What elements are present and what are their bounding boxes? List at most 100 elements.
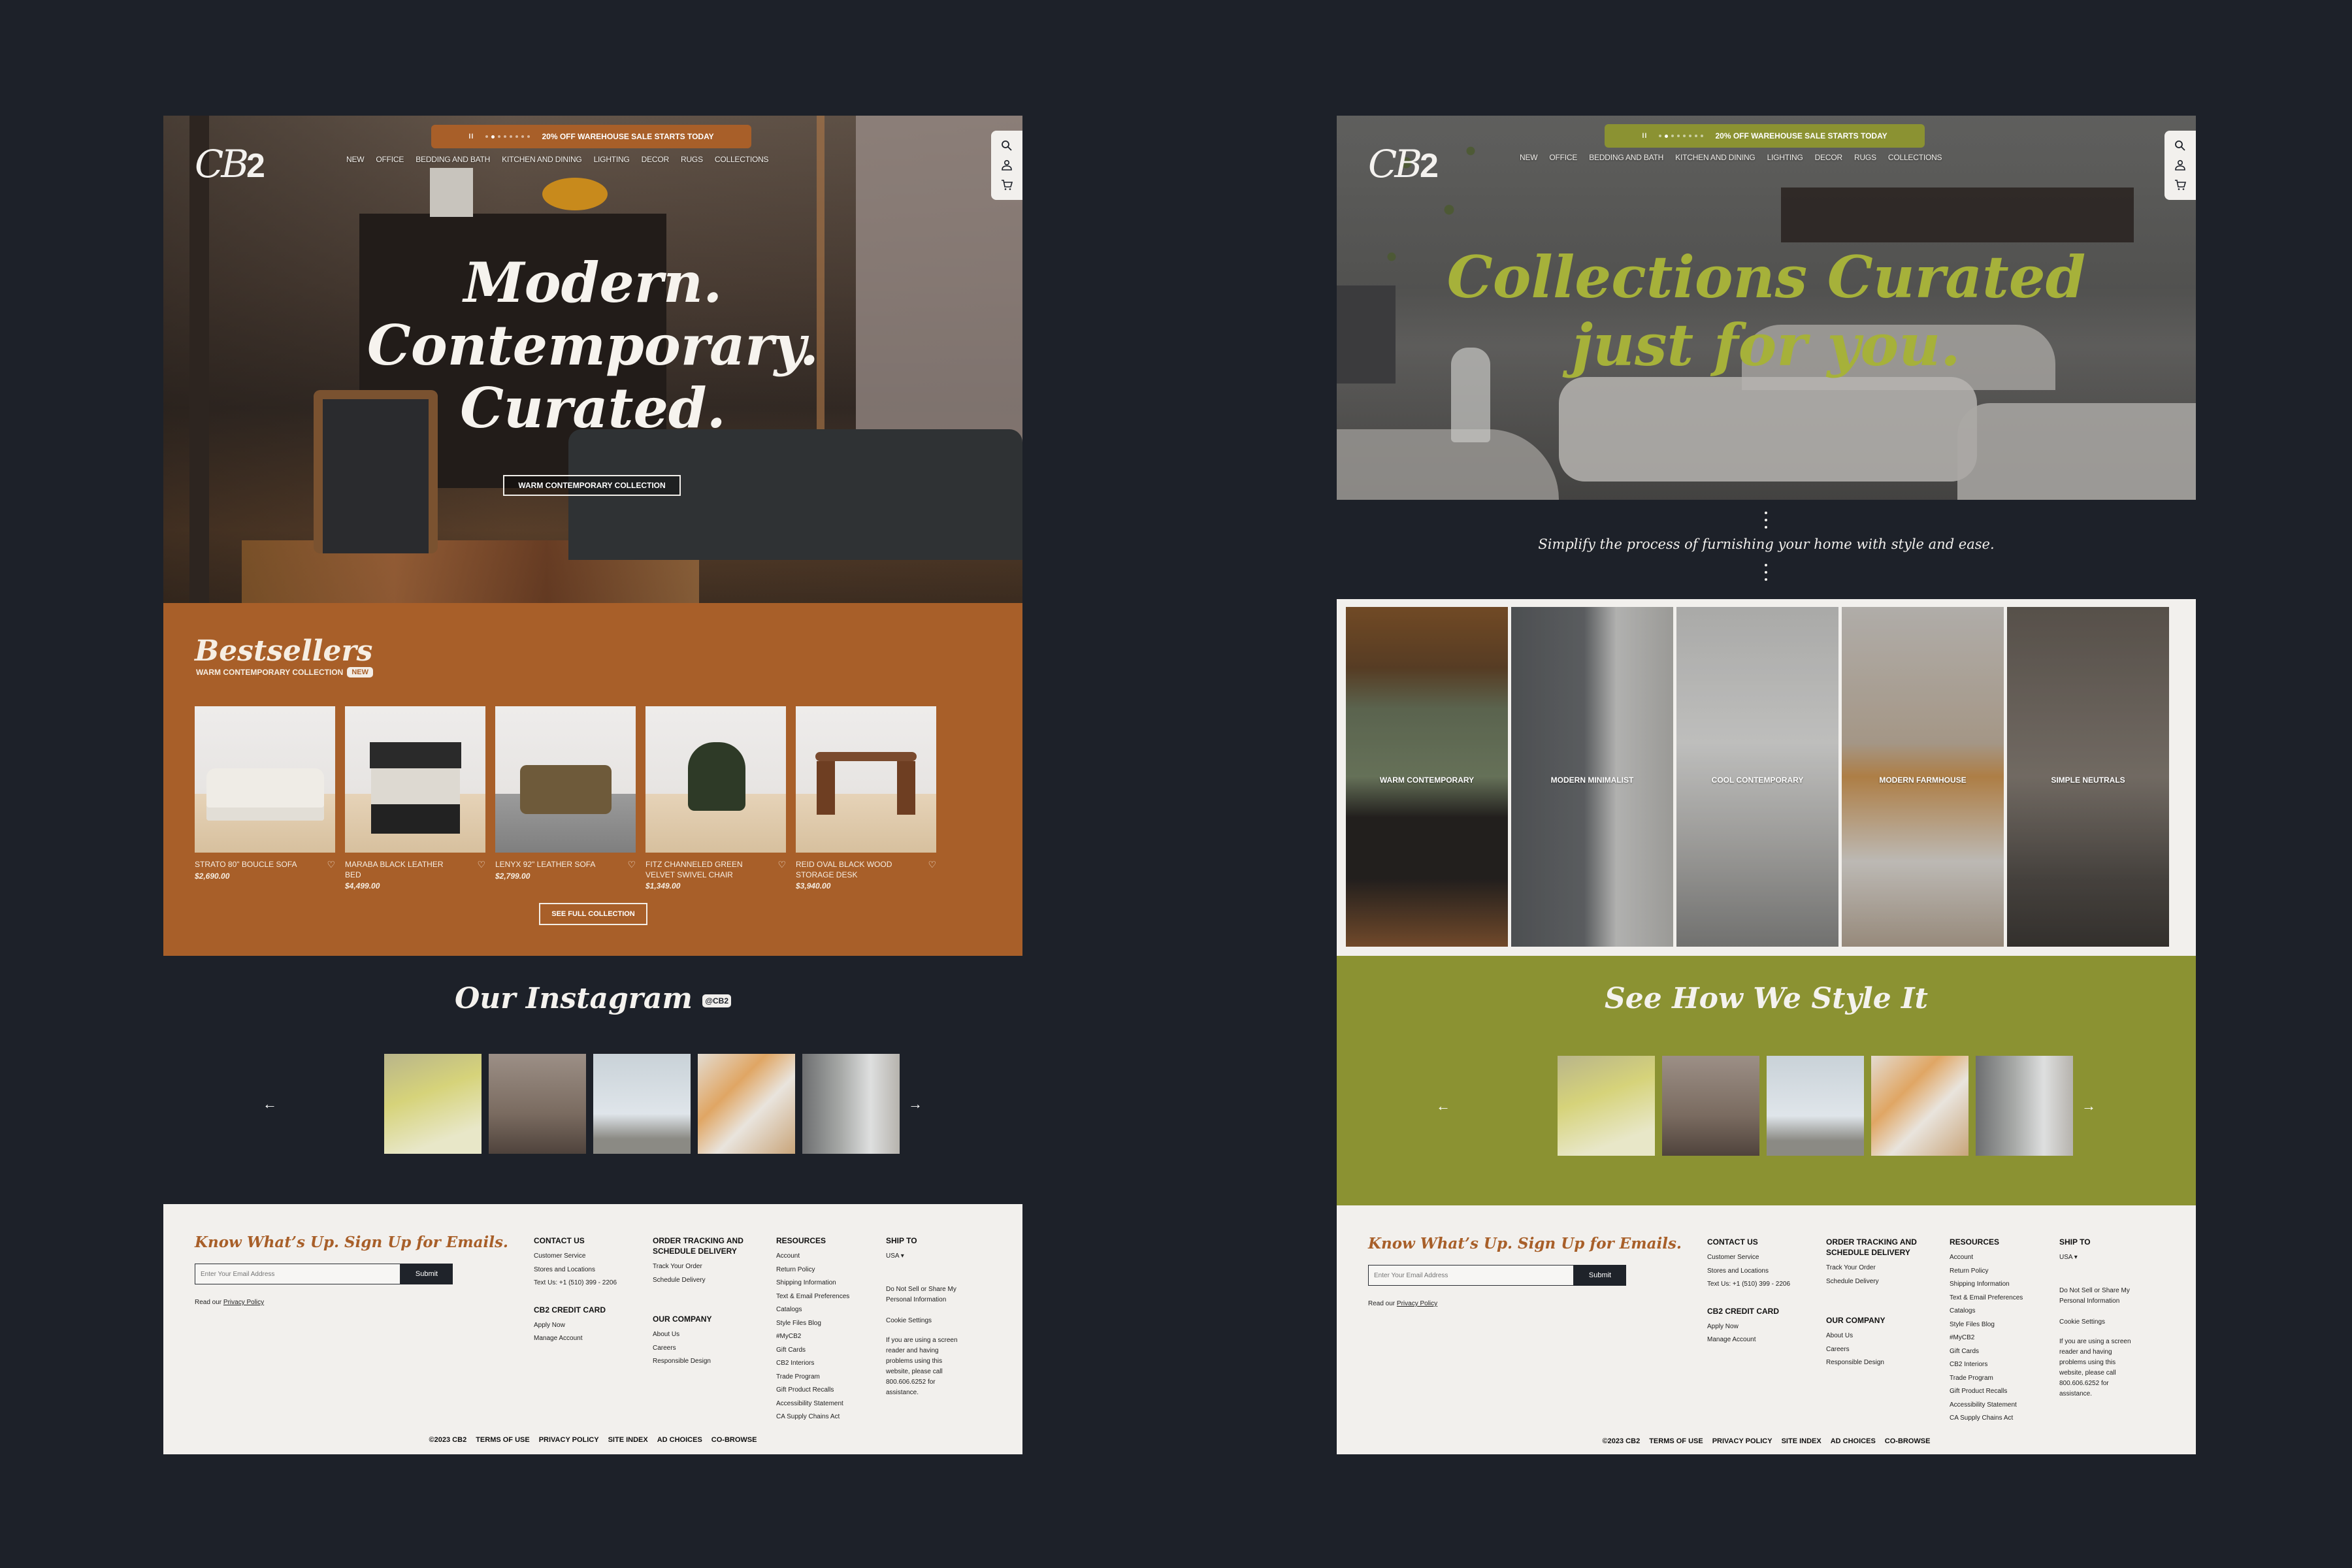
heart-icon[interactable]: ♡ (477, 859, 485, 880)
footer-link[interactable]: Account (776, 1250, 849, 1264)
footer-link[interactable]: Catalogs (1950, 1305, 2023, 1318)
instagram-photo[interactable] (802, 1054, 900, 1154)
privacy-policy-link[interactable]: PRIVACY POLICY (1712, 1437, 1772, 1445)
footer-link[interactable]: Style Files Blog (1950, 1318, 2023, 1332)
style-photo[interactable] (1976, 1056, 2073, 1156)
footer-link[interactable]: Apply Now (1707, 1320, 1790, 1334)
product-name[interactable]: MARABA BLACK LEATHER BED (345, 859, 459, 880)
carousel-dot[interactable] (1659, 135, 1662, 137)
terms-of-use-link[interactable]: TERMS OF USE (1649, 1437, 1703, 1445)
carousel-dot[interactable] (485, 135, 489, 138)
instagram-photo[interactable] (593, 1054, 691, 1154)
collection-card[interactable]: COOL CONTEMPORARY (1676, 607, 1838, 947)
nav-decor[interactable]: DECOR (1815, 153, 1843, 162)
ad-choices-link[interactable]: AD CHOICES (657, 1436, 702, 1444)
nav-rugs[interactable]: RUGS (1854, 153, 1876, 162)
footer-link[interactable]: About Us (653, 1328, 751, 1342)
carousel-dot[interactable] (515, 135, 519, 138)
site-index-link[interactable]: SITE INDEX (608, 1436, 648, 1444)
footer-link[interactable]: CB2 Interiors (1950, 1358, 2023, 1372)
footer-link[interactable]: Text Us: +1 (510) 399 - 2206 (1707, 1278, 1790, 1292)
promo-banner[interactable]: II 20% OFF WAREHOUSE SALE STARTS TODAY (1605, 124, 1925, 148)
see-full-collection-button[interactable]: SEE FULL COLLECTION (539, 903, 647, 925)
instagram-photo[interactable] (489, 1054, 586, 1154)
cookie-settings-link[interactable]: Cookie Settings (2059, 1316, 2134, 1330)
co-browse-link[interactable]: CO-BROWSE (1885, 1437, 1931, 1445)
search-icon[interactable] (2174, 139, 2187, 152)
carousel-dots[interactable] (1659, 134, 1704, 138)
do-not-sell-link[interactable]: Do Not Sell or Share My Personal Informa… (886, 1284, 961, 1305)
cb2-logo[interactable]: CB2 (1368, 142, 1439, 186)
collection-card[interactable]: WARM CONTEMPORARY (1346, 607, 1508, 947)
carousel-dot[interactable] (1665, 134, 1669, 138)
carousel-dots[interactable] (485, 135, 531, 139)
ad-choices-link[interactable]: AD CHOICES (1831, 1437, 1876, 1445)
cart-icon[interactable] (2174, 178, 2187, 191)
product-card[interactable]: LENYX 92" LEATHER SOFA ♡ $2,799.00 (495, 706, 636, 890)
footer-link[interactable]: Schedule Delivery (653, 1274, 751, 1288)
cart-icon[interactable] (1000, 178, 1013, 191)
footer-link[interactable]: Responsible Design (1826, 1356, 1924, 1370)
footer-link[interactable]: CB2 Interiors (776, 1357, 849, 1371)
carousel-dot[interactable] (1689, 135, 1692, 137)
privacy-policy-link[interactable]: Privacy Policy (223, 1299, 264, 1306)
account-icon[interactable] (1000, 159, 1013, 172)
style-photo[interactable] (1871, 1056, 1968, 1156)
product-name[interactable]: REID OVAL BLACK WOOD STORAGE DESK (796, 859, 910, 880)
footer-link[interactable]: Text Us: +1 (510) 399 - 2206 (534, 1277, 617, 1290)
nav-bedding-and-bath[interactable]: BEDDING AND BATH (1589, 153, 1663, 162)
footer-link[interactable]: Stores and Locations (534, 1264, 617, 1277)
instagram-photo[interactable] (698, 1054, 795, 1154)
product-image-strato-sofa[interactable] (195, 706, 335, 853)
submit-button[interactable]: Submit (1574, 1265, 1626, 1286)
footer-link[interactable]: Gift Product Recalls (776, 1384, 849, 1397)
submit-button[interactable]: Submit (400, 1264, 453, 1284)
footer-link[interactable]: About Us (1826, 1330, 1924, 1343)
cb2-logo[interactable]: CB2 (195, 142, 265, 186)
footer-link[interactable]: Style Files Blog (776, 1317, 849, 1331)
footer-link[interactable]: Account (1950, 1251, 2023, 1265)
heart-icon[interactable]: ♡ (327, 859, 335, 870)
footer-link[interactable]: #MyCB2 (776, 1330, 849, 1344)
privacy-policy-link[interactable]: Privacy Policy (1397, 1300, 1437, 1307)
arrow-left-icon[interactable]: ← (1436, 1098, 1450, 1115)
co-browse-link[interactable]: CO-BROWSE (711, 1436, 757, 1444)
footer-link[interactable]: Accessibility Statement (776, 1397, 849, 1411)
product-name[interactable]: STRATO 80" BOUCLE SOFA (195, 859, 297, 870)
footer-link[interactable]: Shipping Information (1950, 1278, 2023, 1292)
nav-office[interactable]: OFFICE (1549, 153, 1577, 162)
heart-icon[interactable]: ♡ (777, 859, 786, 880)
footer-link[interactable]: Catalogs (776, 1303, 849, 1317)
site-index-link[interactable]: SITE INDEX (1782, 1437, 1821, 1445)
instagram-photo[interactable] (384, 1054, 482, 1154)
carousel-dot[interactable] (521, 135, 525, 138)
footer-link[interactable]: Return Policy (1950, 1265, 2023, 1279)
footer-link[interactable]: Customer Service (1707, 1251, 1790, 1265)
product-name[interactable]: FITZ CHANNELED GREEN VELVET SWIVEL CHAIR (645, 859, 760, 880)
footer-link[interactable]: Responsible Design (653, 1355, 751, 1369)
email-input[interactable] (1368, 1265, 1574, 1286)
footer-link[interactable]: Return Policy (776, 1264, 849, 1277)
carousel-dot[interactable] (510, 135, 513, 138)
footer-link[interactable]: Accessibility Statement (1950, 1399, 2023, 1413)
footer-link[interactable]: Gift Cards (776, 1344, 849, 1358)
heart-icon[interactable]: ♡ (627, 859, 636, 870)
footer-link[interactable]: CA Supply Chains Act (776, 1411, 849, 1424)
product-card[interactable]: REID OVAL BLACK WOOD STORAGE DESK ♡ $3,94… (796, 706, 936, 890)
footer-link[interactable]: Trade Program (776, 1371, 849, 1384)
product-image-fitz-chair[interactable] (645, 706, 786, 853)
style-photo[interactable] (1558, 1056, 1655, 1156)
footer-link[interactable]: Text & Email Preferences (776, 1290, 849, 1304)
arrow-left-icon[interactable]: ← (263, 1096, 277, 1113)
footer-link[interactable]: Track Your Order (653, 1260, 751, 1274)
ship-to-country-select[interactable]: USA ▾ (2059, 1251, 2134, 1265)
privacy-policy-link[interactable]: PRIVACY POLICY (539, 1436, 599, 1444)
footer-link[interactable]: Stores and Locations (1707, 1265, 1790, 1279)
pause-icon[interactable]: II (1642, 132, 1647, 140)
footer-link[interactable]: Gift Product Recalls (1950, 1385, 2023, 1399)
nav-bedding-and-bath[interactable]: BEDDING AND BATH (416, 155, 490, 164)
nav-lighting[interactable]: LIGHTING (1767, 153, 1803, 162)
product-card[interactable]: STRATO 80" BOUCLE SOFA ♡ $2,690.00 (195, 706, 335, 890)
nav-kitchen-and-dining[interactable]: KITCHEN AND DINING (1675, 153, 1756, 162)
collection-card[interactable]: MODERN MINIMALIST (1511, 607, 1673, 947)
